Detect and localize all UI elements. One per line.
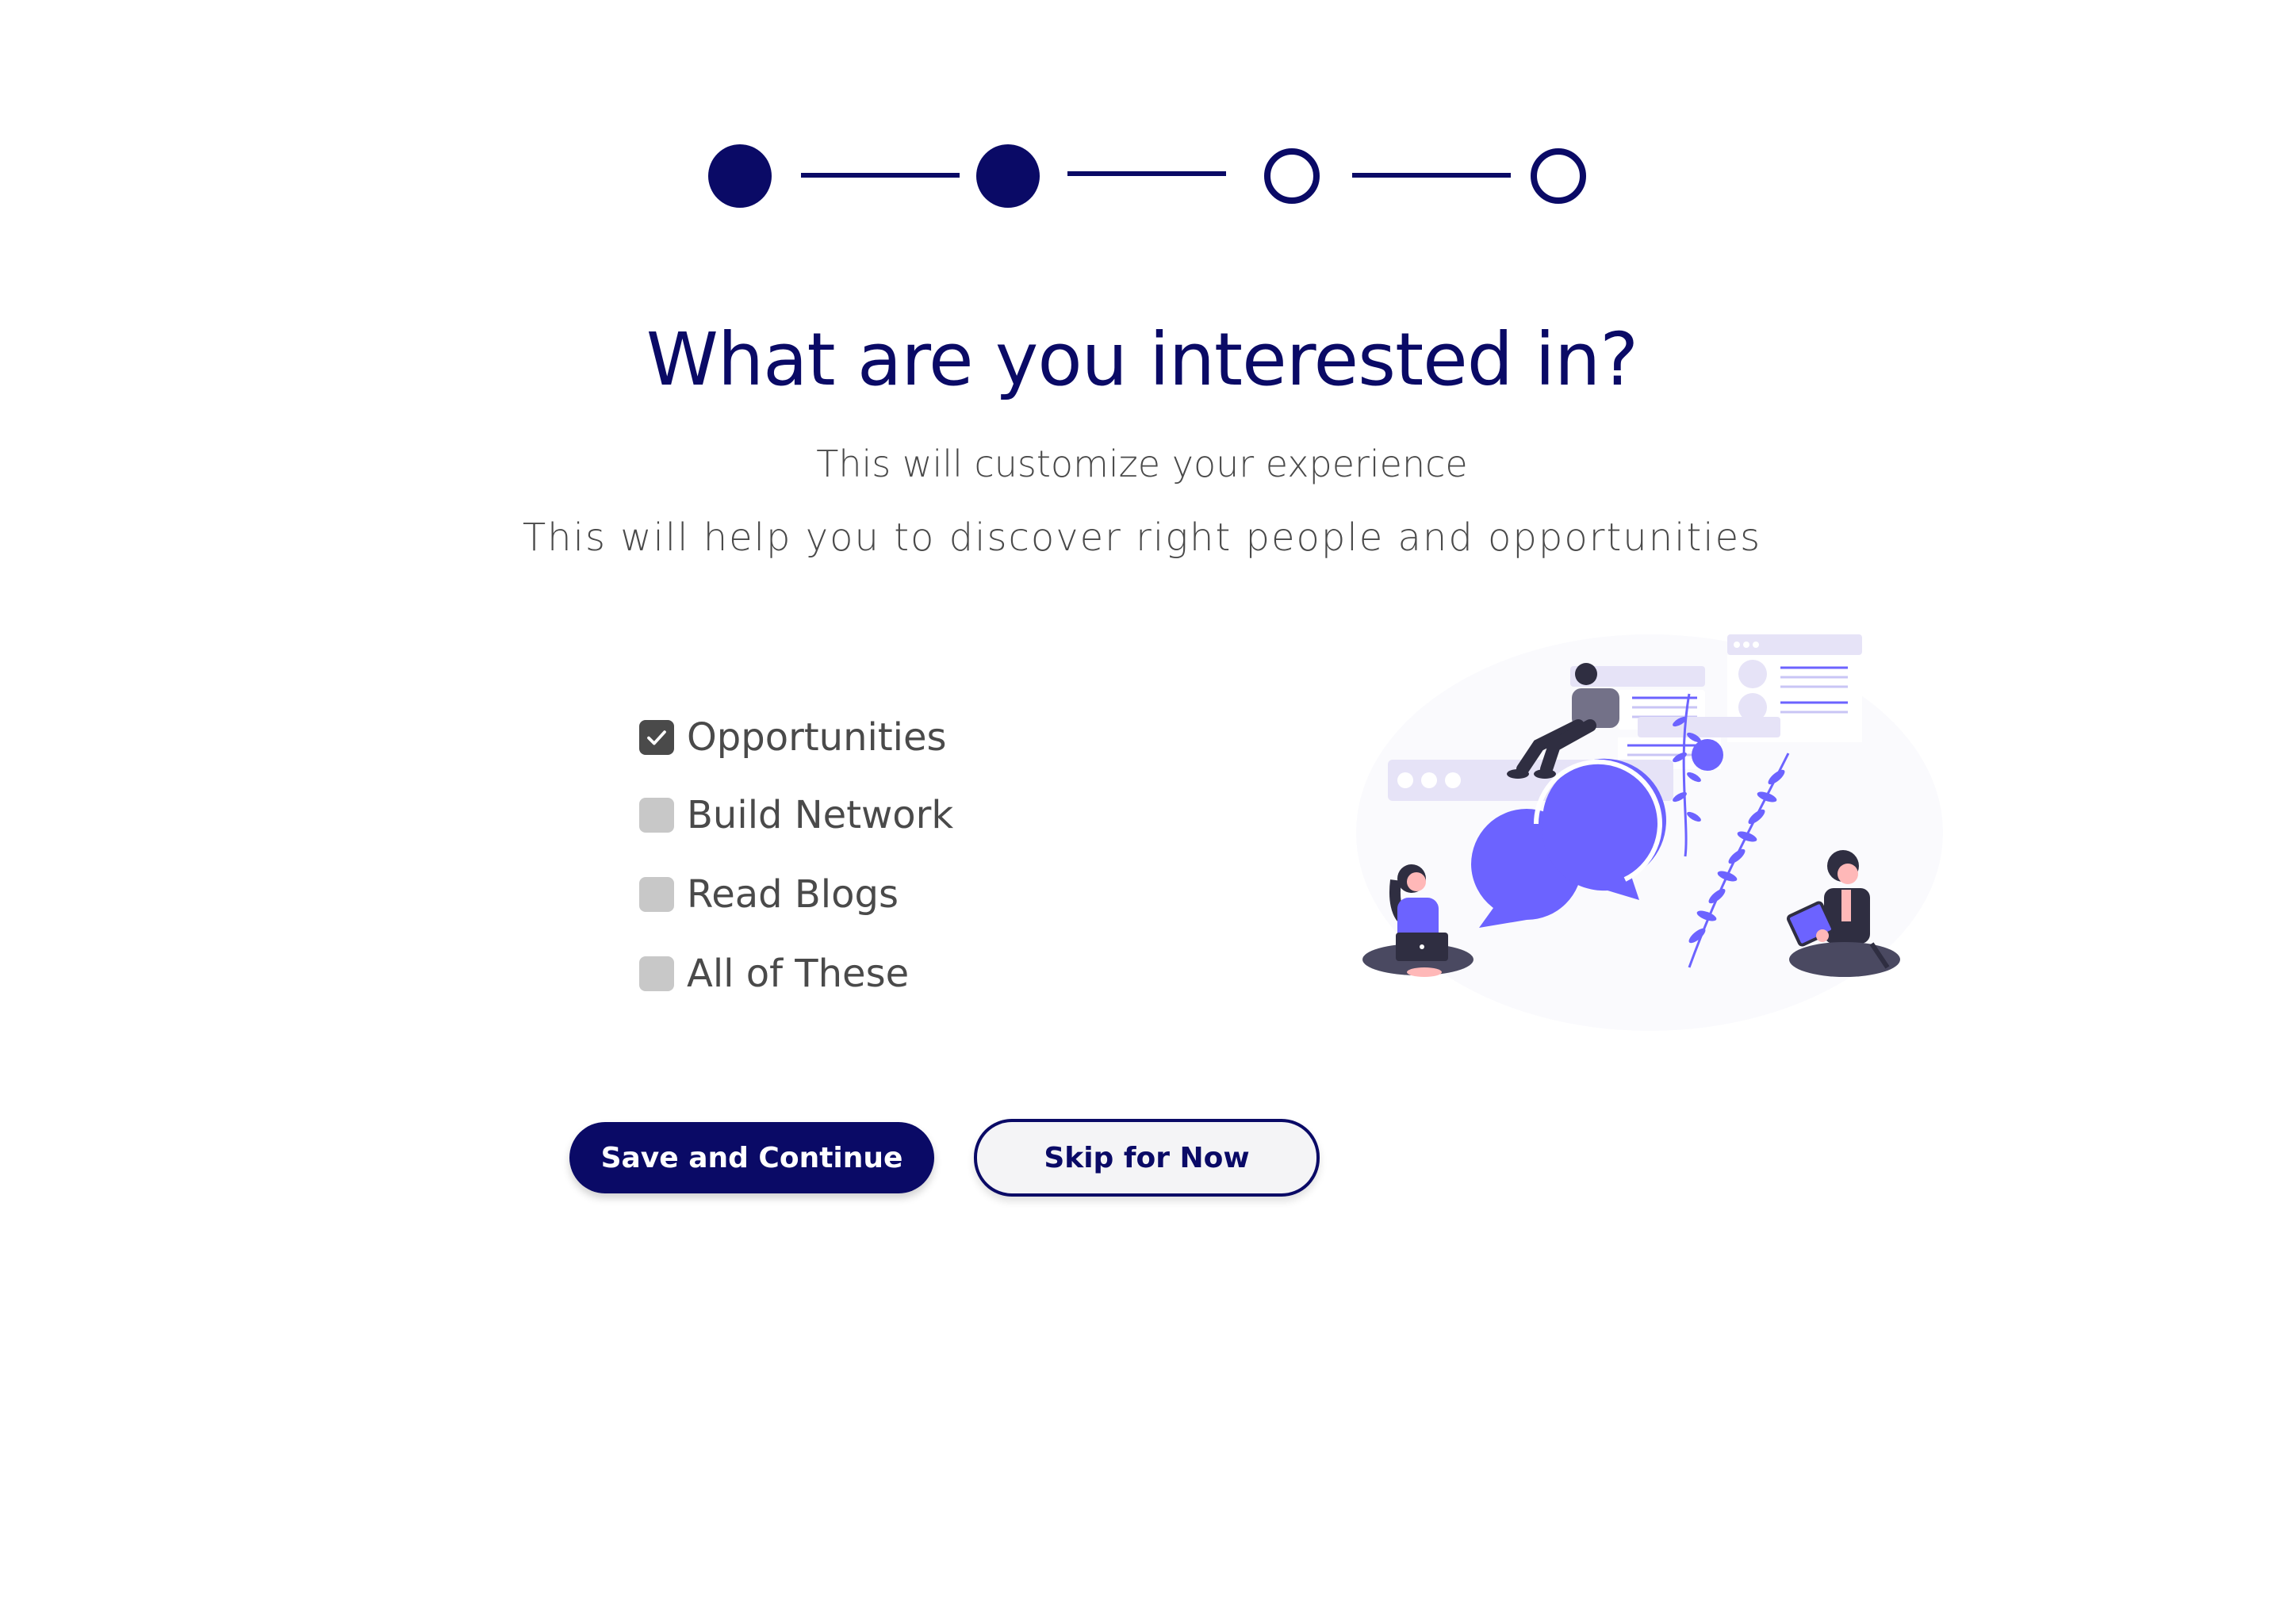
save-and-continue-button[interactable]: Save and Continue (569, 1122, 934, 1193)
option-build-network[interactable]: Build Network (639, 791, 953, 839)
page-subtitle: This will customize your experience (816, 442, 1468, 485)
step-3-incomplete (1264, 148, 1320, 204)
option-all-of-these[interactable]: All of These (639, 950, 909, 998)
option-label: Build Network (687, 793, 954, 837)
checkbox-unchecked[interactable] (639, 956, 674, 991)
option-read-blogs[interactable]: Read Blogs (639, 871, 899, 918)
step-connector-1 (801, 173, 960, 178)
step-4-incomplete (1531, 148, 1586, 204)
option-label: Read Blogs (687, 872, 899, 917)
checkbox-checked[interactable] (639, 720, 674, 755)
step-2-complete (976, 144, 1040, 208)
option-label: All of These (687, 952, 910, 996)
option-label: Opportunities (687, 715, 947, 760)
step-connector-3 (1352, 173, 1511, 178)
checkbox-unchecked[interactable] (639, 798, 674, 833)
page-title: What are you interested in? (646, 317, 1638, 402)
networking-illustration (1356, 634, 1943, 1031)
step-connector-2 (1067, 171, 1226, 176)
skip-for-now-button[interactable]: Skip for Now (974, 1119, 1320, 1197)
option-opportunities[interactable]: Opportunities (639, 714, 947, 761)
step-1-complete (708, 144, 772, 208)
page-description: This will help you to discover right peo… (522, 515, 1762, 560)
checkmark-icon (647, 730, 666, 745)
checkbox-unchecked[interactable] (639, 877, 674, 912)
